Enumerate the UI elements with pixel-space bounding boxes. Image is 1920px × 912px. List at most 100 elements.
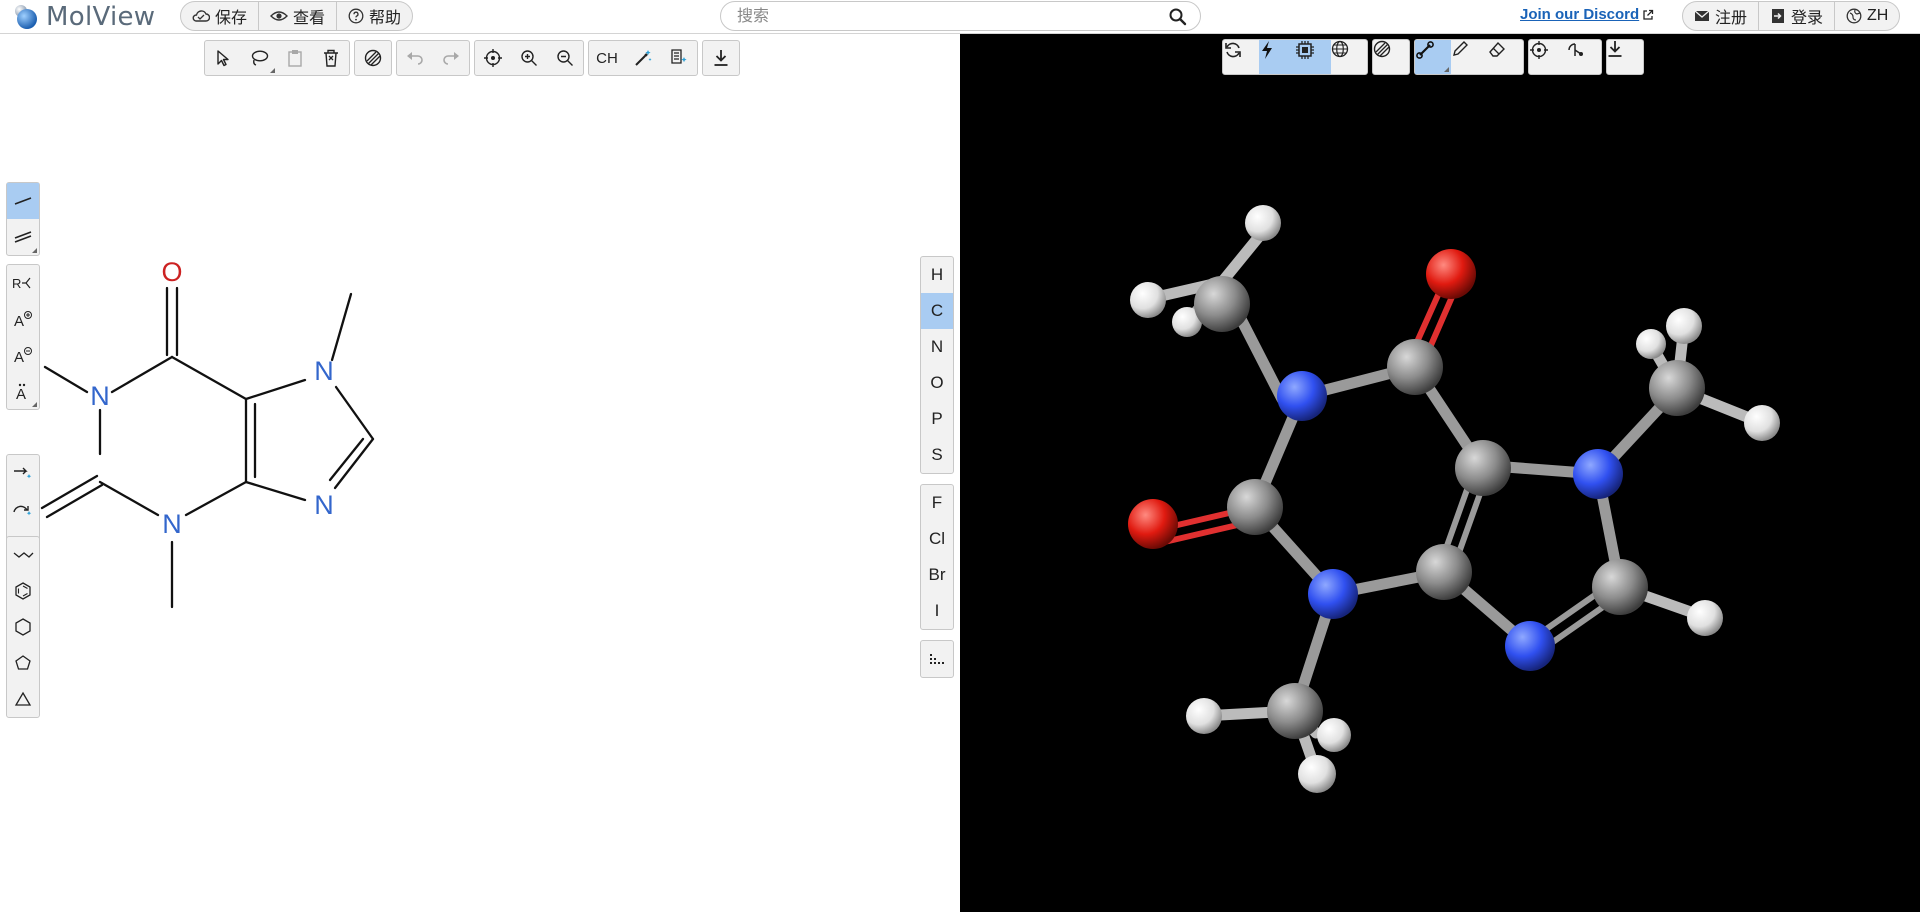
- select-tool-button[interactable]: [205, 41, 241, 75]
- hydrogen-atom: [1687, 600, 1723, 636]
- charge-plus-button[interactable]: A: [7, 301, 39, 337]
- viewer-settings-button[interactable]: [1565, 40, 1601, 74]
- clear-button[interactable]: [313, 41, 349, 75]
- lasso-tool-button[interactable]: [241, 41, 277, 75]
- bond[interactable]: [334, 385, 375, 441]
- save-menu-label: 保存: [215, 10, 248, 27]
- atom-label-nitrogen[interactable]: N: [314, 490, 334, 520]
- redo-button[interactable]: [433, 41, 469, 75]
- app-title: MolView: [46, 2, 156, 32]
- bond[interactable]: [98, 480, 160, 517]
- bond-tools: [6, 182, 40, 256]
- bond[interactable]: [330, 292, 353, 362]
- molecule-3d-render[interactable]: [960, 34, 1920, 912]
- web-render-button[interactable]: [1331, 40, 1367, 74]
- pentagon-icon: [15, 655, 31, 670]
- bond[interactable]: [244, 378, 307, 401]
- svg-text:A: A: [16, 386, 26, 400]
- chem-tools: CH: [588, 40, 698, 76]
- element-c-button[interactable]: C: [921, 293, 953, 329]
- clean-structure-button[interactable]: [625, 41, 661, 75]
- erase-tool-button[interactable]: [355, 41, 391, 75]
- chain-button[interactable]: [7, 537, 39, 573]
- element-picker-halogens: F Cl Br I: [920, 484, 954, 630]
- bond[interactable]: [170, 355, 248, 401]
- single-bond-button[interactable]: [7, 183, 39, 219]
- crosshair-icon: [484, 49, 502, 67]
- link-icon: [1416, 41, 1434, 59]
- reset-view-button[interactable]: [1223, 40, 1259, 74]
- undo-button[interactable]: [397, 41, 433, 75]
- save-menu-button[interactable]: 保存: [181, 2, 260, 30]
- element-br-button[interactable]: Br: [921, 557, 953, 593]
- multiple-bond-button[interactable]: [7, 219, 39, 255]
- charge-minus-button[interactable]: A: [7, 337, 39, 373]
- element-f-button[interactable]: F: [921, 485, 953, 521]
- curved-arrow-button[interactable]: [7, 491, 39, 527]
- login-button[interactable]: 登录: [1759, 2, 1836, 30]
- pentagon-button[interactable]: [7, 645, 39, 681]
- viewer-export-tools: [1606, 39, 1644, 75]
- zoom-in-button[interactable]: [511, 41, 547, 75]
- redo-icon: [443, 52, 459, 65]
- atom-label-nitrogen[interactable]: N: [314, 356, 334, 386]
- zoom-out-button[interactable]: [547, 41, 583, 75]
- r-group-button[interactable]: R: [7, 265, 39, 301]
- element-s-button[interactable]: S: [921, 437, 953, 473]
- bond[interactable]: [333, 437, 375, 490]
- fast-render-button[interactable]: [1259, 40, 1295, 74]
- element-cl-button[interactable]: Cl: [921, 521, 953, 557]
- reaction-arrow-button[interactable]: [7, 455, 39, 491]
- element-i-button[interactable]: I: [921, 593, 953, 629]
- center-button[interactable]: [475, 41, 511, 75]
- gpu-render-button[interactable]: [1295, 40, 1331, 74]
- account-menu: 注册 登录 ZH: [1682, 1, 1901, 31]
- help-menu-button[interactable]: 帮助: [337, 2, 412, 30]
- viewer-center-button[interactable]: [1529, 40, 1565, 74]
- discord-link[interactable]: Join our Discord: [1520, 6, 1654, 23]
- atom-label-nitrogen[interactable]: N: [90, 381, 110, 411]
- ruler-tool-button[interactable]: [1451, 40, 1487, 74]
- export-tools: [702, 40, 740, 76]
- bond[interactable]: [244, 480, 307, 502]
- trash-icon: [324, 49, 338, 67]
- clean-3d-button[interactable]: [661, 41, 697, 75]
- viewer-erase-button[interactable]: [1373, 40, 1409, 74]
- search-box: [720, 1, 1201, 31]
- view-menu-button[interactable]: 查看: [259, 2, 338, 30]
- logo[interactable]: MolView: [12, 2, 155, 32]
- benzene-button[interactable]: [7, 573, 39, 609]
- bond[interactable]: [184, 480, 248, 517]
- element-n-button[interactable]: N: [921, 329, 953, 365]
- structure-canvas[interactable]: O N N N N: [0, 34, 960, 912]
- atom-label-oxygen[interactable]: O: [161, 257, 182, 287]
- periodic-table-icon: [930, 654, 944, 664]
- login-label: 登录: [1791, 10, 1824, 27]
- bond[interactable]: [43, 365, 89, 394]
- viewer-download-button[interactable]: [1607, 40, 1643, 74]
- language-button[interactable]: ZH: [1835, 2, 1899, 30]
- triangle-button[interactable]: [7, 681, 39, 717]
- atom-label-nitrogen[interactable]: N: [162, 509, 182, 539]
- hydrogen-toggle-button[interactable]: CH: [589, 41, 625, 75]
- register-button[interactable]: 注册: [1683, 2, 1760, 30]
- mail-icon: [1694, 10, 1710, 21]
- 3d-viewer-panel[interactable]: [960, 34, 1920, 912]
- element-h-button[interactable]: H: [921, 257, 953, 293]
- svg-text:A: A: [14, 313, 24, 328]
- erase-measurement-button[interactable]: [1487, 40, 1523, 74]
- molecule-settings-icon: [1568, 43, 1583, 56]
- link-tool-button[interactable]: [1415, 40, 1451, 74]
- hydrogen-atom: [1636, 329, 1666, 359]
- search-input[interactable]: [737, 6, 1157, 28]
- hexagon-button[interactable]: [7, 609, 39, 645]
- bond[interactable]: [110, 355, 174, 394]
- lone-pair-button[interactable]: A: [7, 373, 39, 409]
- periodic-table-button[interactable]: [921, 641, 953, 677]
- element-o-button[interactable]: O: [921, 365, 953, 401]
- download-image-button[interactable]: [703, 41, 739, 75]
- view-menu-label: 查看: [293, 10, 326, 27]
- element-p-button[interactable]: P: [921, 401, 953, 437]
- paste-button[interactable]: [277, 41, 313, 75]
- search-icon[interactable]: [1168, 7, 1188, 27]
